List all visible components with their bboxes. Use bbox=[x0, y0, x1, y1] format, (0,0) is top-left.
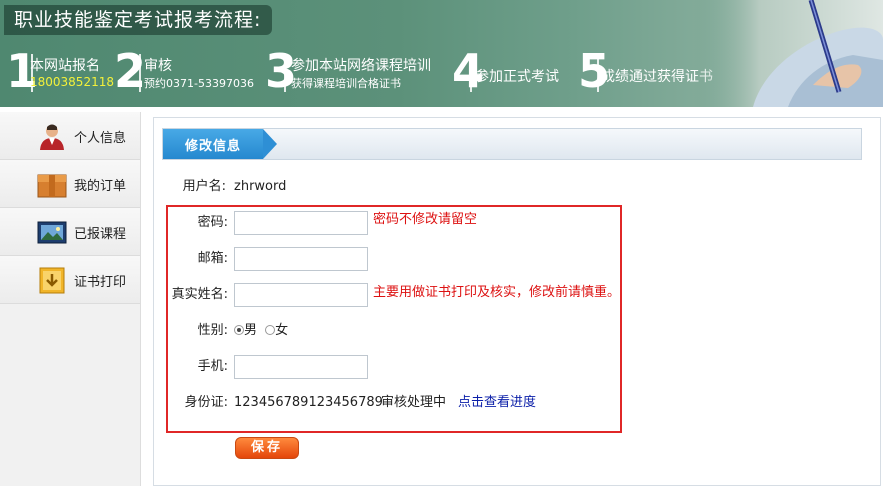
save-button[interactable]: 保存 bbox=[235, 437, 299, 459]
step-2: 2 审核 预约0371-53397036 bbox=[114, 46, 264, 98]
process-banner: 职业技能鉴定考试报考流程: 1 本网站报名 18003852118 2 审核 预… bbox=[0, 0, 883, 107]
gender-female-radio[interactable] bbox=[265, 325, 276, 335]
step-divider bbox=[470, 54, 472, 92]
password-label: 密码: bbox=[197, 215, 228, 230]
step-divider bbox=[139, 54, 141, 92]
review-status: 审核处理中 bbox=[381, 395, 447, 410]
step-phone: 18003852118 bbox=[30, 75, 114, 89]
step-title: 参加正式考试 bbox=[475, 69, 559, 85]
banner-title: 职业技能鉴定考试报考流程: bbox=[4, 5, 272, 35]
password-hint: 密码不修改请留空 bbox=[373, 212, 478, 227]
step-4: 4 参加正式考试 bbox=[452, 46, 577, 98]
step-divider bbox=[284, 54, 286, 92]
sidebar-item-label: 我的订单 bbox=[74, 179, 127, 194]
gender-female-label[interactable]: 女 bbox=[275, 323, 288, 338]
user-icon bbox=[40, 124, 64, 150]
sidebar-item-label: 已报课程 bbox=[74, 227, 127, 242]
sidebar-item-label: 个人信息 bbox=[74, 131, 127, 146]
view-progress-link[interactable]: 点击查看进度 bbox=[458, 392, 536, 414]
idcard-label: 身份证: bbox=[184, 395, 228, 410]
gender-label: 性别: bbox=[197, 323, 228, 338]
gender-male-label[interactable]: 男 bbox=[244, 323, 257, 338]
sidebar-item-enrolled-courses[interactable]: 已报课程 bbox=[0, 208, 140, 256]
package-icon bbox=[37, 174, 67, 198]
tab-edit-info[interactable]: 修改信息 bbox=[163, 129, 277, 159]
sidebar-item-label: 证书打印 bbox=[74, 275, 127, 290]
idcard-value: 123456789123456789 bbox=[234, 395, 383, 410]
step-title: 审核 bbox=[144, 58, 172, 74]
step-1: 1 本网站报名 18003852118 bbox=[6, 46, 126, 98]
username-value: zhrword bbox=[234, 179, 287, 194]
sidebar-nav: 个人信息 我的订单 已报课程 证书打印 bbox=[0, 112, 141, 486]
step-subtitle: 获得课程培训合格证书 bbox=[291, 77, 401, 90]
tab-label: 修改信息 bbox=[185, 139, 242, 154]
sidebar-item-certificate-print[interactable]: 证书打印 bbox=[0, 256, 140, 304]
step-title: 参加本站网络课程培训 bbox=[291, 58, 431, 74]
step-3: 3 参加本站网络课程培训 获得课程培训合格证书 bbox=[265, 46, 450, 98]
download-icon bbox=[39, 267, 65, 294]
step-divider bbox=[597, 54, 599, 92]
course-icon bbox=[37, 221, 67, 244]
sidebar-item-personal-info[interactable]: 个人信息 bbox=[0, 112, 140, 160]
phone-input[interactable] bbox=[234, 355, 368, 379]
pen-hand-photo bbox=[693, 0, 883, 107]
email-input[interactable] bbox=[234, 247, 368, 271]
sidebar-item-my-orders[interactable]: 我的订单 bbox=[0, 160, 140, 208]
step-title: 本网站报名 bbox=[30, 58, 100, 74]
gender-radio-group: 男 女 bbox=[234, 320, 288, 342]
realname-label: 真实姓名: bbox=[171, 287, 228, 302]
panel-tab-bar: 修改信息 bbox=[162, 128, 862, 160]
username-label: 用户名: bbox=[182, 179, 226, 194]
phone-label: 手机: bbox=[197, 359, 228, 374]
realname-hint: 主要用做证书打印及核实，修改前请慎重。 bbox=[373, 285, 621, 300]
password-input[interactable] bbox=[234, 211, 368, 235]
realname-input[interactable] bbox=[234, 283, 368, 307]
step-phone: 预约0371-53397036 bbox=[144, 77, 254, 90]
email-label: 邮箱: bbox=[197, 251, 228, 266]
gender-male-radio[interactable] bbox=[234, 325, 244, 335]
step-number: 2 bbox=[114, 44, 147, 98]
